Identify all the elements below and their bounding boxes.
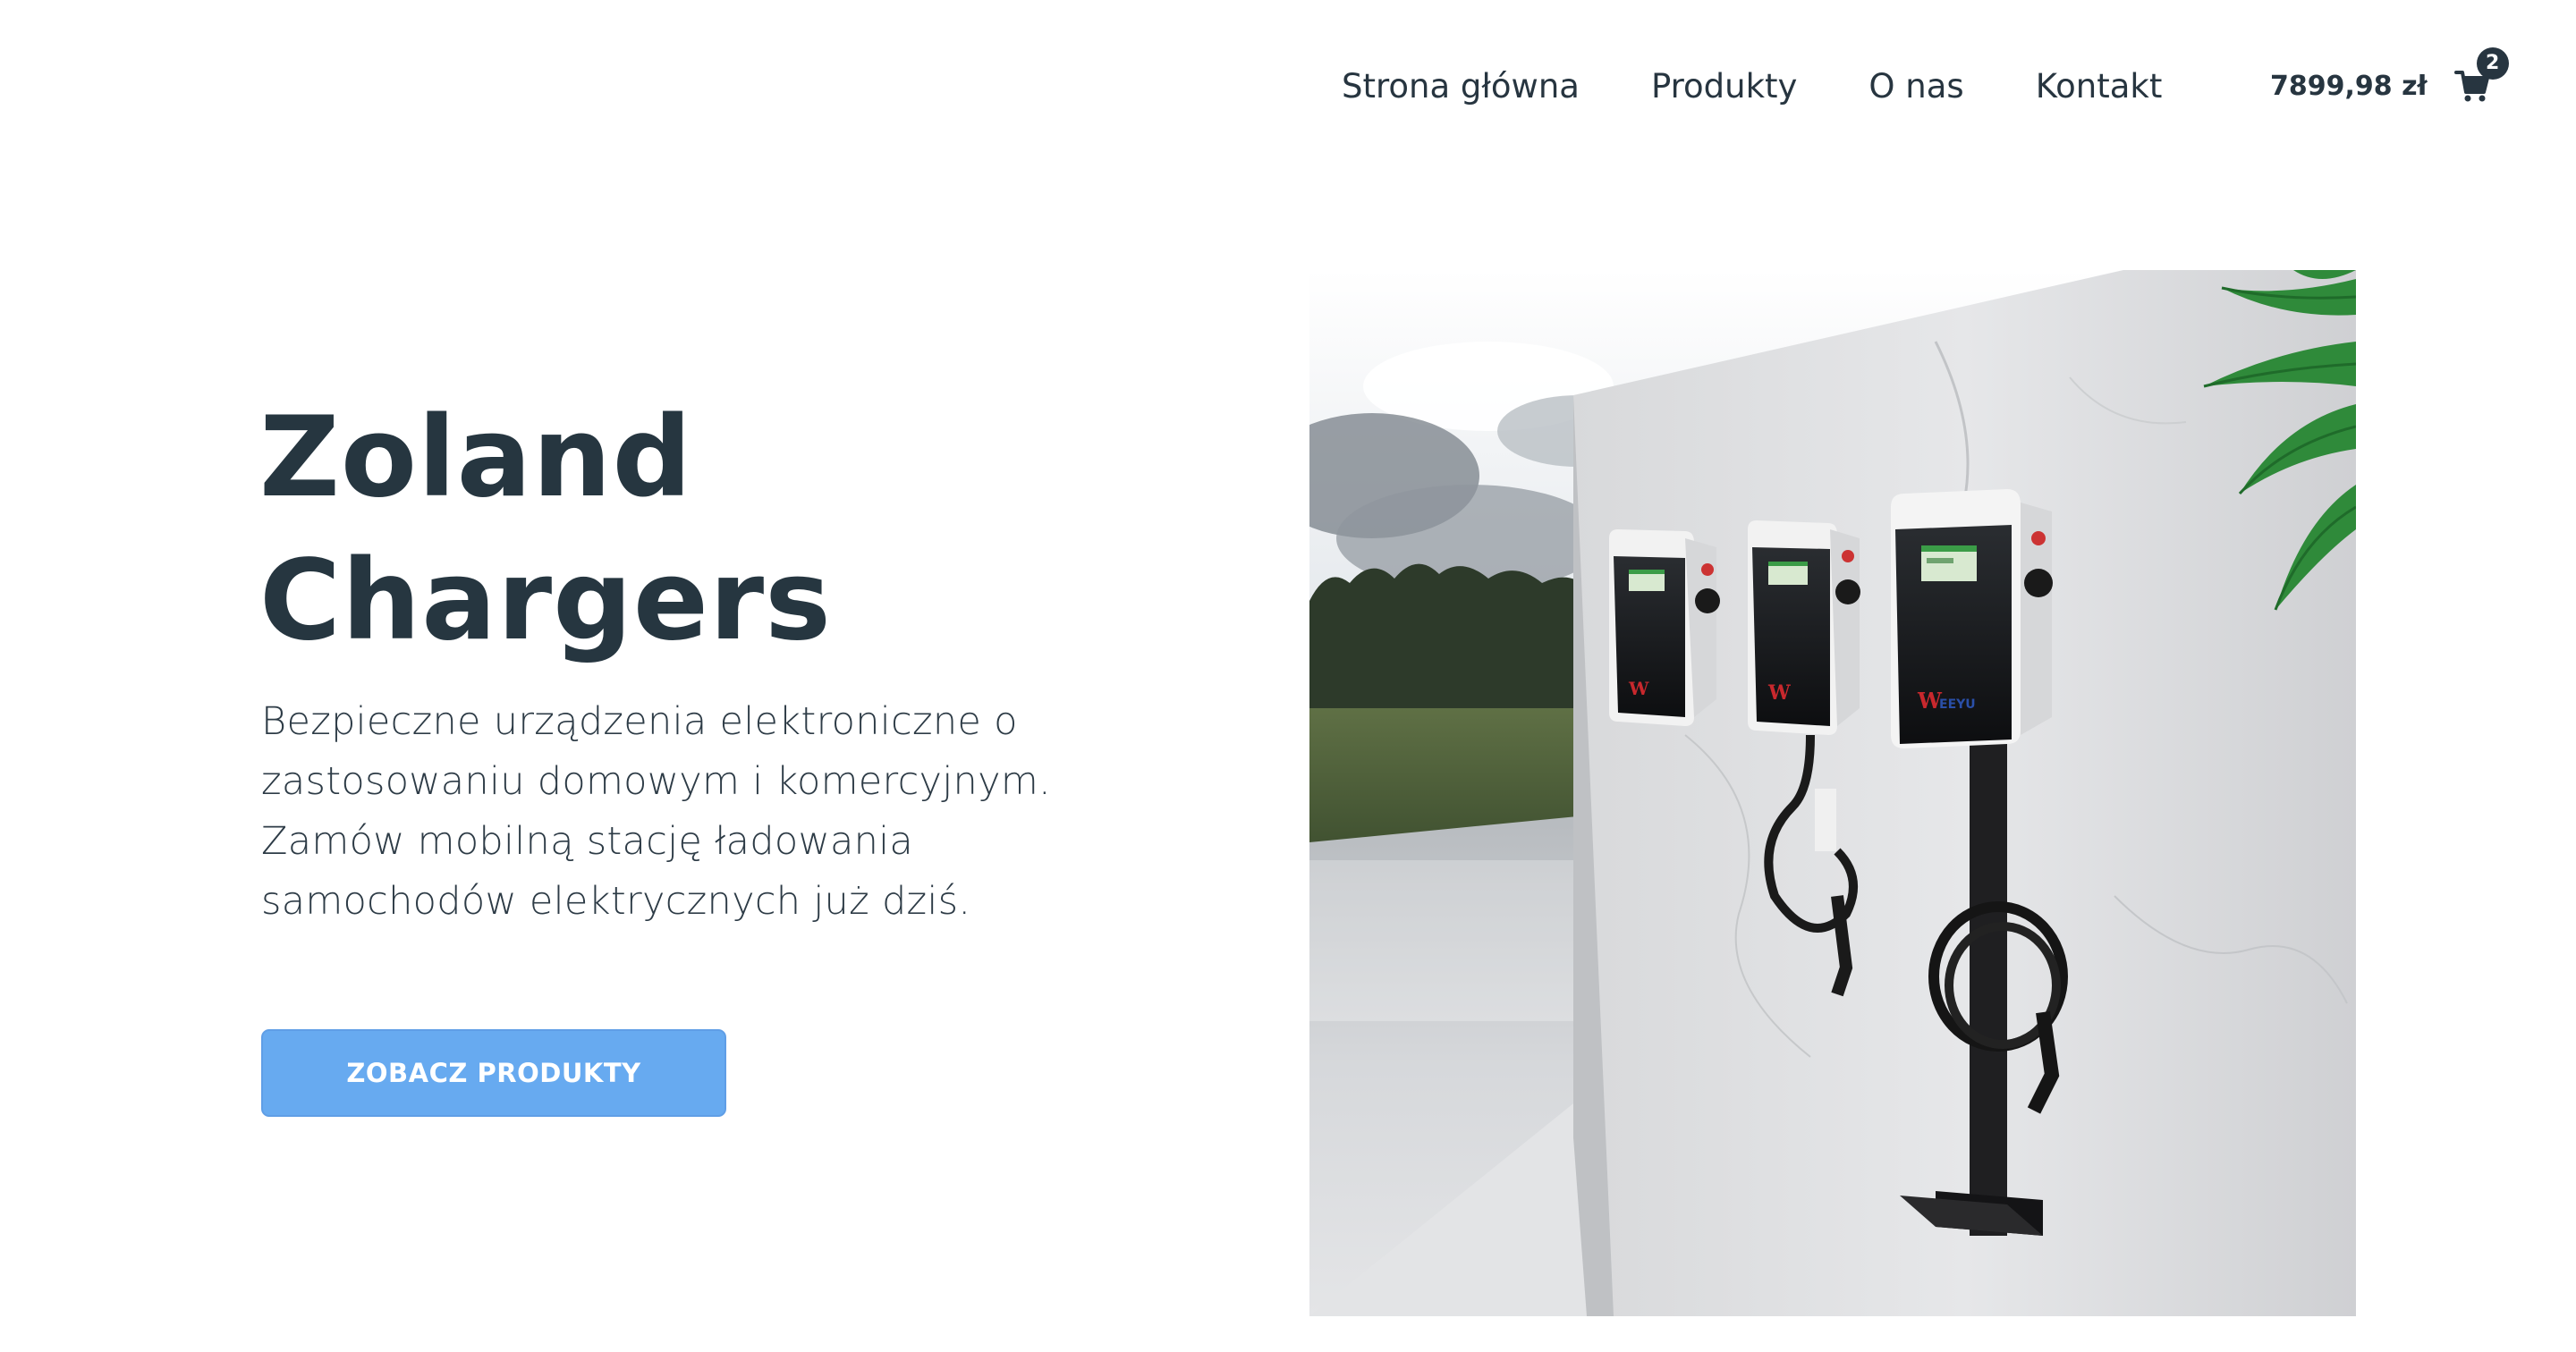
main-nav: Strona główna Produkty O nas Kontakt bbox=[1342, 54, 2162, 118]
hero-title-line2: Chargers bbox=[259, 537, 832, 665]
charger-illustration: W W W EEYU bbox=[1309, 270, 2356, 1316]
nav-link-about[interactable]: O nas bbox=[1868, 67, 1963, 106]
cart-count-badge: 2 bbox=[2476, 47, 2509, 80]
nav-link-products[interactable]: Produkty bbox=[1651, 67, 1797, 106]
charger-unit-small: W bbox=[1609, 529, 1720, 726]
nav-link-contact[interactable]: Kontakt bbox=[2036, 67, 2163, 106]
cart-total[interactable]: 7899,98 zł bbox=[2270, 71, 2428, 102]
hero-title: Zoland Chargers bbox=[259, 386, 1243, 672]
svg-text:W: W bbox=[1767, 681, 1791, 705]
hero-title-line1: Zoland bbox=[259, 393, 693, 522]
hero-description: Bezpieczne urządzenia elektroniczne o za… bbox=[261, 699, 1051, 924]
cart-button[interactable]: 2 bbox=[2453, 47, 2509, 104]
svg-text:EEYU: EEYU bbox=[1939, 697, 1976, 712]
view-products-button[interactable]: ZOBACZ PRODUKTY bbox=[261, 1029, 726, 1117]
nav-link-home[interactable]: Strona główna bbox=[1342, 67, 1580, 106]
hero-image-chargers: W W W EEYU bbox=[1309, 270, 2356, 1316]
svg-text:W: W bbox=[1628, 678, 1649, 699]
cart-widget[interactable]: 7899,98 zł 2 bbox=[2270, 47, 2509, 118]
